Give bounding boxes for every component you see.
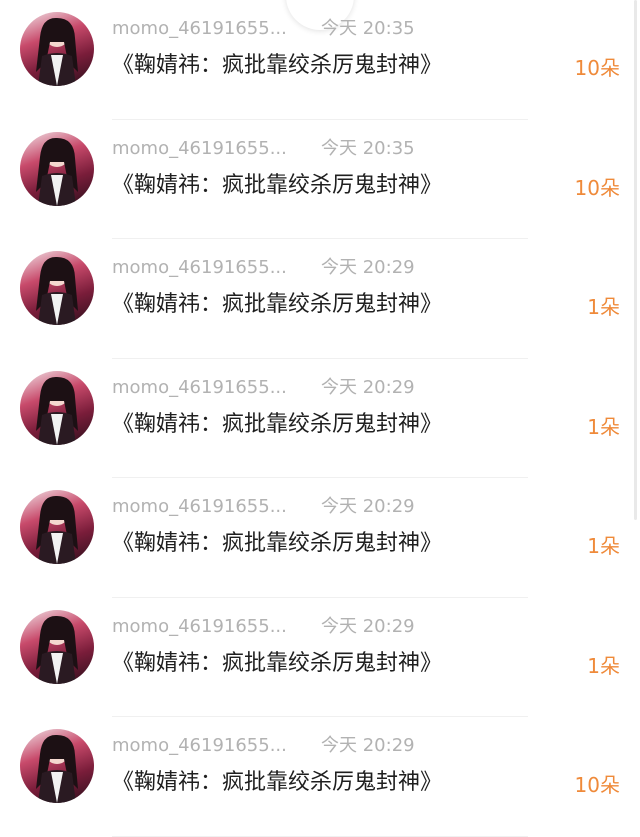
avatar[interactable] — [20, 370, 94, 445]
item-title: 《鞠婧祎：疯批靠绞杀厉鬼封神》 — [112, 531, 443, 556]
list-item[interactable]: momo_46191655... 今天 20:35 《鞠婧祎：疯批靠绞杀厉鬼封神… — [0, 0, 640, 120]
timestamp: 今天 20:29 — [321, 376, 415, 398]
list-item[interactable]: momo_46191655... 今天 20:29 《鞠婧祎：疯批靠绞杀厉鬼封神… — [0, 598, 640, 717]
list-item[interactable]: momo_46191655... 今天 20:29 《鞠婧祎：疯批靠绞杀厉鬼封神… — [0, 359, 640, 478]
username: momo_46191655... — [112, 18, 287, 39]
list-item[interactable]: momo_46191655... 今天 20:35 《鞠婧祎：疯批靠绞杀厉鬼封神… — [0, 120, 640, 239]
gift-count: 10朵 — [574, 175, 620, 200]
avatar-image-icon — [36, 137, 78, 206]
timestamp: 今天 20:29 — [321, 257, 415, 278]
gift-count: 1朵 — [587, 414, 620, 439]
username: momo_46191655... — [112, 137, 287, 159]
timestamp: 今天 20:29 — [321, 496, 415, 517]
list-item[interactable]: momo_46191655... 今天 20:29 《鞠婧祎：疯批靠绞杀厉鬼封神… — [0, 478, 640, 598]
gift-count: 10朵 — [574, 773, 620, 797]
avatar[interactable] — [20, 251, 94, 325]
avatar[interactable] — [20, 131, 94, 206]
item-title: 《鞠婧祎：疯批靠绞杀厉鬼封神》 — [112, 411, 443, 437]
divider — [112, 835, 528, 837]
item-title: 《鞠婧祎：疯批靠绞杀厉鬼封神》 — [112, 53, 443, 78]
timestamp: 今天 20:35 — [321, 137, 415, 159]
username: momo_46191655... — [112, 496, 287, 517]
username: momo_46191655... — [112, 735, 287, 756]
username: momo_46191655... — [112, 615, 287, 637]
avatar-image-icon — [36, 734, 78, 803]
list-item[interactable]: momo_46191655... 今天 20:29 《鞠婧祎：疯批靠绞杀厉鬼封神… — [0, 717, 640, 837]
timestamp: 今天 20:35 — [321, 18, 415, 39]
timestamp: 今天 20:29 — [321, 735, 415, 756]
item-title: 《鞠婧祎：疯批靠绞杀厉鬼封神》 — [112, 650, 443, 676]
username: momo_46191655... — [112, 376, 287, 398]
item-title: 《鞠婧祎：疯批靠绞杀厉鬼封神》 — [112, 770, 443, 795]
gift-count: 1朵 — [587, 653, 620, 678]
avatar-image-icon — [36, 17, 78, 86]
avatar[interactable] — [20, 609, 94, 684]
avatar[interactable] — [20, 12, 94, 86]
item-title: 《鞠婧祎：疯批靠绞杀厉鬼封神》 — [112, 172, 443, 198]
avatar-image-icon — [36, 376, 78, 445]
item-title: 《鞠婧祎：疯批靠绞杀厉鬼封神》 — [112, 292, 443, 317]
avatar-image-icon — [36, 256, 78, 325]
timestamp: 今天 20:29 — [321, 615, 415, 637]
avatar-image-icon — [36, 495, 78, 564]
gift-count: 1朵 — [587, 295, 620, 319]
avatar[interactable] — [20, 729, 94, 803]
username: momo_46191655... — [112, 257, 287, 278]
gift-count: 10朵 — [574, 56, 620, 80]
avatar[interactable] — [20, 490, 94, 564]
list-item[interactable]: momo_46191655... 今天 20:29 《鞠婧祎：疯批靠绞杀厉鬼封神… — [0, 239, 640, 359]
gift-count: 1朵 — [587, 534, 620, 558]
avatar-image-icon — [36, 615, 78, 684]
